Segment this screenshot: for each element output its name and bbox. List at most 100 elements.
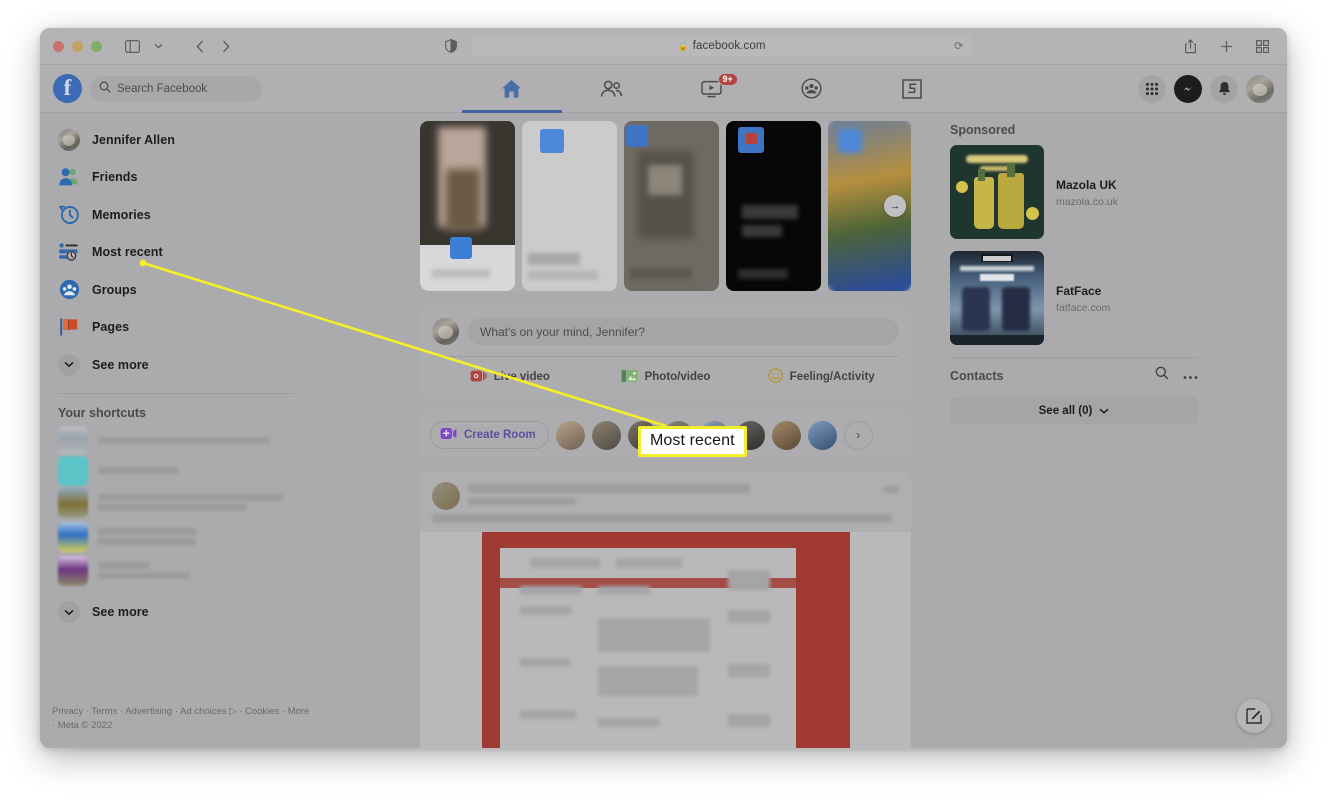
zoom-window-button[interactable] bbox=[91, 40, 102, 52]
sidebar-divider bbox=[58, 392, 294, 394]
minimize-window-button[interactable] bbox=[72, 40, 83, 52]
sidebar-item-groups[interactable]: Groups bbox=[52, 271, 408, 309]
shortcut-label-placeholder bbox=[98, 562, 190, 579]
post-timestamp bbox=[468, 498, 576, 505]
shortcut-label-placeholder bbox=[98, 467, 178, 474]
story-card[interactable] bbox=[726, 121, 821, 291]
annotation-callout: Most recent bbox=[638, 426, 747, 457]
ellipsis-icon[interactable] bbox=[1183, 367, 1198, 385]
sidebar-item-label: Jennifer Allen bbox=[92, 132, 175, 147]
profile-avatar bbox=[432, 318, 459, 345]
list-item[interactable] bbox=[52, 486, 408, 520]
live-video-button[interactable]: Live video bbox=[432, 364, 588, 390]
sidebar-footer-links[interactable]: Privacy · Terms · Advertising · Ad choic… bbox=[52, 705, 312, 734]
list-item[interactable] bbox=[52, 520, 408, 554]
story-card[interactable] bbox=[624, 121, 719, 291]
chevron-down-icon[interactable] bbox=[146, 35, 170, 57]
stories-next-button[interactable]: → bbox=[884, 195, 906, 217]
list-item[interactable] bbox=[52, 425, 408, 456]
sidebar-item-profile[interactable]: Jennifer Allen bbox=[52, 121, 408, 159]
tab-grid-icon[interactable] bbox=[1250, 35, 1274, 57]
sidebar-icon[interactable] bbox=[120, 35, 144, 57]
video-room-icon bbox=[440, 427, 457, 443]
create-post-placeholder: What's on your mind, Jennifer? bbox=[480, 324, 646, 339]
ad-thumbnail bbox=[950, 251, 1044, 345]
window-traffic-lights bbox=[53, 40, 102, 52]
browser-window: 🔒 facebook.com ⟳ f Search Facebook 9+ Je… bbox=[40, 28, 1287, 748]
post-composer: What's on your mind, Jennifer? Live vide… bbox=[420, 307, 911, 399]
post-text bbox=[432, 514, 892, 523]
sidebar-item-friends[interactable]: Friends bbox=[52, 159, 408, 197]
facebook-logo[interactable]: f bbox=[53, 74, 82, 103]
groups-icon bbox=[58, 279, 80, 301]
rooms-next-button[interactable]: › bbox=[843, 420, 873, 450]
contact-avatar[interactable] bbox=[771, 420, 801, 450]
search-input[interactable]: Search Facebook bbox=[90, 75, 262, 102]
browser-toolbar: 🔒 facebook.com ⟳ bbox=[40, 28, 1287, 65]
shortcut-label-placeholder bbox=[98, 528, 196, 545]
sponsored-ad[interactable]: Mazola UK mazola.co.uk bbox=[950, 145, 1198, 239]
nav-tab-home[interactable] bbox=[461, 65, 562, 113]
right-rail: Sponsored Mazola UK mazola.co.uk FatFace… bbox=[936, 113, 1212, 747]
photo-video-button[interactable]: Photo/video bbox=[588, 364, 744, 390]
ad-title: FatFace bbox=[1056, 284, 1102, 298]
plus-icon[interactable] bbox=[1214, 35, 1238, 57]
shortcut-label-placeholder bbox=[98, 494, 283, 511]
list-item[interactable] bbox=[52, 554, 408, 588]
feeling-icon bbox=[767, 368, 783, 386]
post-menu-icon[interactable] bbox=[883, 486, 899, 493]
sidebar-item-pages[interactable]: Pages bbox=[52, 309, 408, 347]
privacy-shield-icon[interactable] bbox=[439, 35, 463, 57]
story-card[interactable] bbox=[420, 121, 515, 291]
story-card[interactable] bbox=[522, 121, 617, 291]
stories-tray: → bbox=[420, 121, 911, 291]
address-bar[interactable]: 🔒 facebook.com ⟳ bbox=[471, 35, 972, 57]
profile-avatar bbox=[58, 128, 80, 151]
reload-icon[interactable]: ⟳ bbox=[954, 40, 963, 53]
sidebar-item-label: Most recent bbox=[92, 245, 163, 260]
list-item[interactable] bbox=[52, 455, 408, 486]
nav-tab-gaming[interactable] bbox=[862, 65, 962, 113]
live-video-label: Live video bbox=[493, 371, 550, 383]
bell-icon[interactable] bbox=[1210, 74, 1238, 103]
contact-avatar[interactable] bbox=[591, 420, 621, 450]
post-image[interactable] bbox=[420, 532, 911, 748]
nav-tab-watch[interactable]: 9+ bbox=[662, 65, 762, 113]
see-all-contacts-button[interactable]: See all (0) bbox=[950, 397, 1198, 424]
rail-divider bbox=[950, 357, 1198, 358]
compose-pencil-icon[interactable] bbox=[1237, 699, 1271, 733]
feeling-activity-button[interactable]: Feeling/Activity bbox=[743, 364, 899, 390]
sidebar-item-label: Friends bbox=[92, 170, 138, 185]
live-video-icon bbox=[470, 369, 487, 386]
search-icon[interactable] bbox=[1155, 366, 1169, 385]
profile-avatar[interactable] bbox=[1246, 74, 1274, 103]
facebook-top-bar: f Search Facebook 9+ bbox=[40, 65, 1287, 113]
create-post-input[interactable]: What's on your mind, Jennifer? bbox=[468, 318, 899, 345]
sidebar-item-most-recent[interactable]: Most recent bbox=[52, 234, 408, 272]
nav-tab-groups[interactable] bbox=[762, 65, 862, 113]
forward-button[interactable] bbox=[214, 35, 238, 57]
sidebar-see-more-button[interactable]: See more bbox=[52, 346, 408, 384]
post-author-name bbox=[468, 484, 750, 493]
contact-avatar[interactable] bbox=[555, 420, 585, 450]
messenger-icon[interactable] bbox=[1174, 74, 1202, 103]
sponsored-ad[interactable]: FatFace fatface.com bbox=[950, 251, 1198, 345]
sidebar-item-label: See more bbox=[92, 357, 149, 372]
contact-avatar[interactable] bbox=[807, 420, 837, 450]
close-window-button[interactable] bbox=[53, 40, 64, 52]
sidebar-item-label: Groups bbox=[92, 282, 137, 297]
chevron-down-icon bbox=[1099, 405, 1109, 417]
nav-tab-friends[interactable] bbox=[562, 65, 662, 113]
sponsored-heading: Sponsored bbox=[950, 123, 1016, 137]
left-sidebar: Jennifer Allen Friends Memories Most rec… bbox=[40, 113, 420, 747]
shortcuts-heading: Your shortcuts bbox=[58, 405, 146, 420]
back-button[interactable] bbox=[188, 35, 212, 57]
shortcut-thumbnail bbox=[58, 555, 88, 586]
shortcuts-see-more-button[interactable]: See more bbox=[52, 594, 408, 632]
watch-badge: 9+ bbox=[717, 72, 738, 86]
sidebar-item-memories[interactable]: Memories bbox=[52, 196, 408, 234]
share-icon[interactable] bbox=[1178, 35, 1202, 57]
grid-menu-icon[interactable] bbox=[1138, 74, 1166, 103]
create-room-button[interactable]: Create Room bbox=[430, 421, 549, 449]
post-author-avatar[interactable] bbox=[432, 482, 460, 510]
